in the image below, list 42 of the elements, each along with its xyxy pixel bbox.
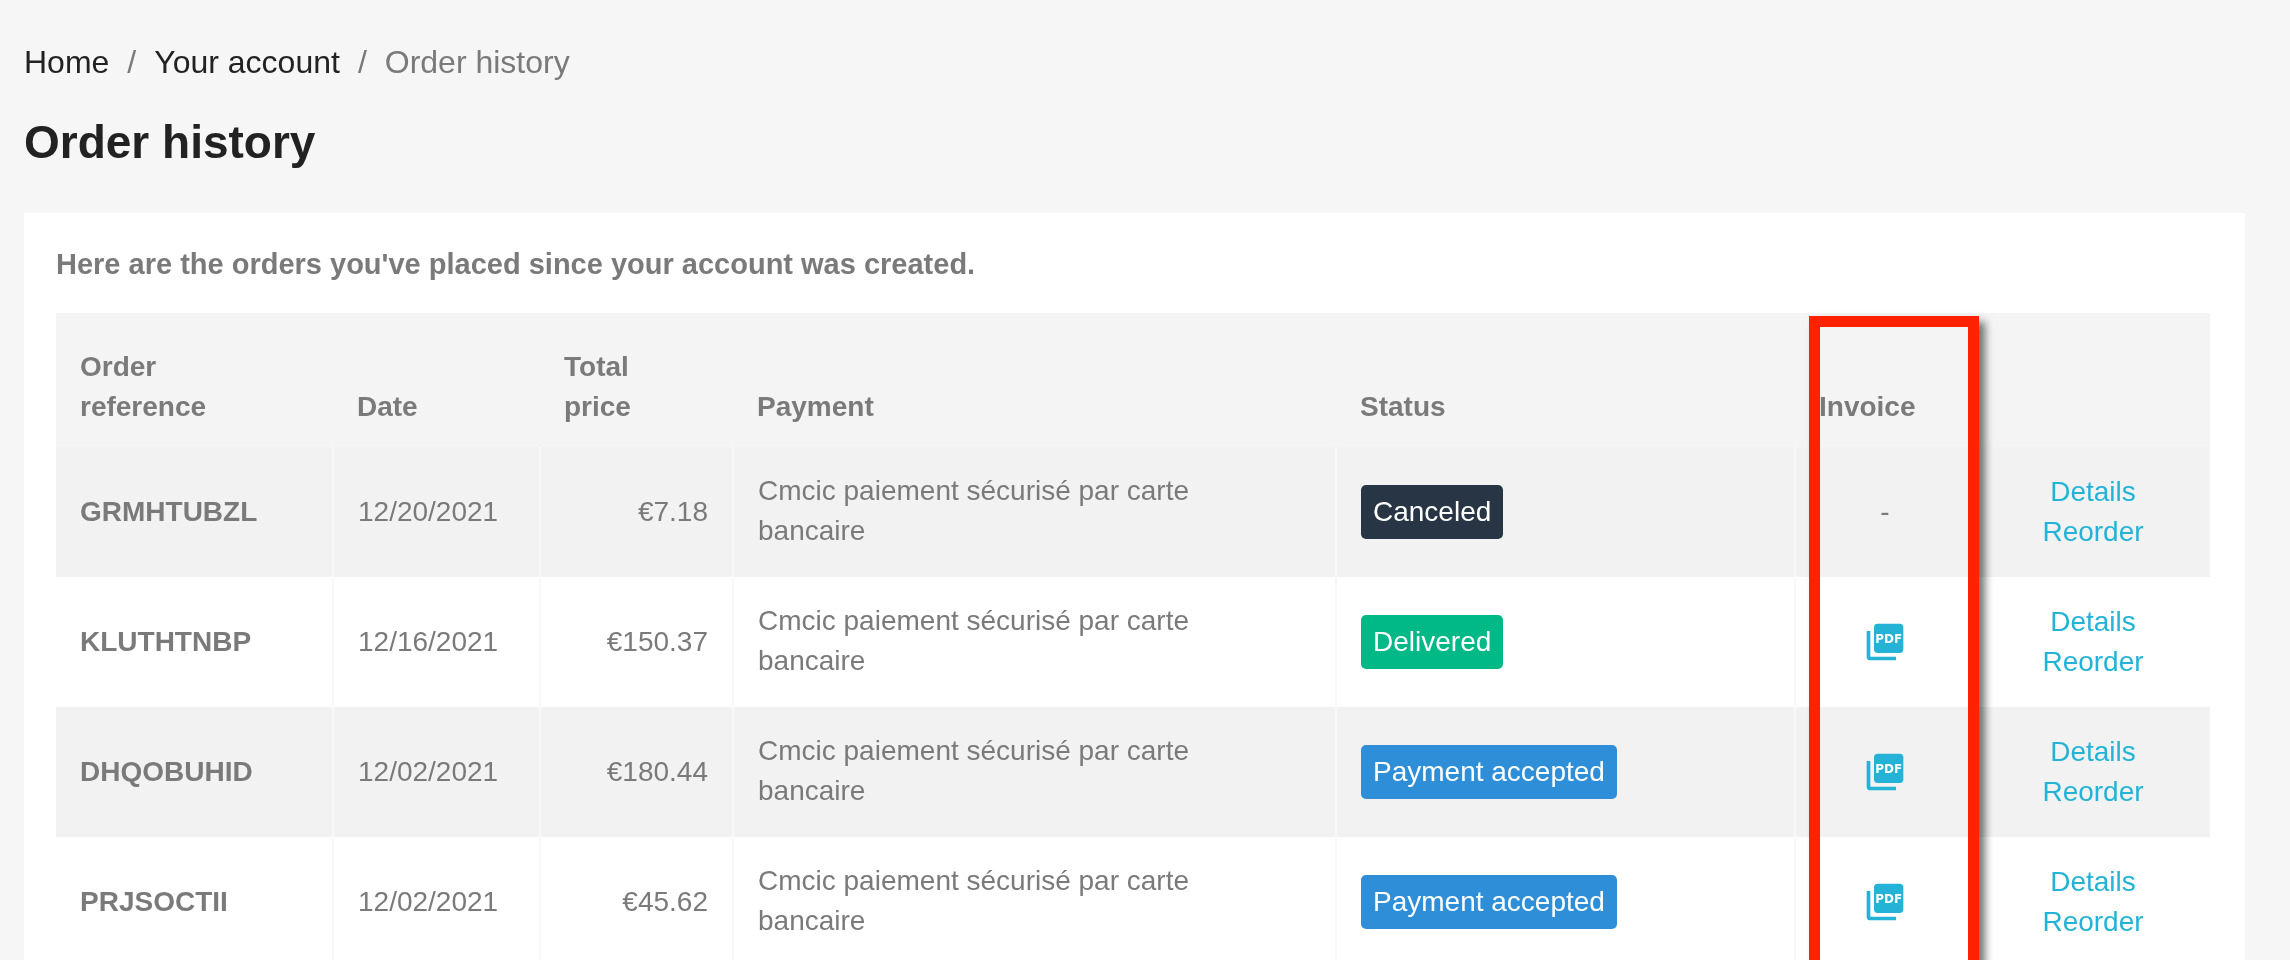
action-link[interactable]: Details <box>2050 475 2136 507</box>
breadcrumb-link[interactable]: Order history <box>384 38 570 86</box>
order-reference: PRJSOCTII <box>80 885 228 917</box>
payment-method: Cmcic paiement sécurisé par carte bancaire <box>758 864 1191 938</box>
status-badge: Payment accepted <box>1361 874 1617 929</box>
action-link[interactable]: Details <box>2050 865 2136 897</box>
column-header: Order reference <box>80 349 208 424</box>
status-badge: Canceled <box>1361 484 1504 539</box>
payment-method: Cmcic paiement sécurisé par carte bancaire <box>758 734 1191 808</box>
payment-method: Cmcic paiement sécurisé par carte bancaire <box>758 474 1191 548</box>
breadcrumb-link[interactable]: Home <box>24 38 110 86</box>
order-date: 12/20/2021 <box>358 495 499 527</box>
status-badge: Delivered <box>1361 614 1504 669</box>
column-header: Status <box>1360 390 1446 422</box>
order-date: 12/02/2021 <box>358 885 499 917</box>
action-link[interactable]: Reorder <box>2042 515 2144 547</box>
action-link[interactable]: Reorder <box>2042 645 2144 677</box>
order-reference: GRMHTUBZL <box>80 495 258 527</box>
column-header: Total price <box>564 349 632 424</box>
order-total: €180.44 <box>606 755 708 787</box>
order-date: 12/16/2021 <box>358 625 499 657</box>
action-link[interactable]: Reorder <box>2042 905 2144 937</box>
breadcrumb-separator: / <box>357 43 367 82</box>
breadcrumb-separator: / <box>127 43 137 82</box>
action-link[interactable]: Reorder <box>2042 775 2144 807</box>
breadcrumb-link[interactable]: Your account <box>154 38 340 86</box>
order-reference: DHQOBUHID <box>80 755 253 787</box>
payment-method: Cmcic paiement sécurisé par carte bancaire <box>758 604 1191 678</box>
page-title: Order history <box>23 115 317 170</box>
column-header: Date <box>357 390 418 422</box>
order-total: €7.18 <box>637 495 708 527</box>
action-link[interactable]: Details <box>2050 735 2136 767</box>
order-total: €45.62 <box>622 885 708 917</box>
no-invoice-dash: - <box>1880 495 1890 527</box>
intro-text: Here are the orders you've placed since your account was created. <box>56 247 977 282</box>
order-reference: KLUTHTNBP <box>80 625 252 657</box>
order-total: €150.37 <box>606 625 708 657</box>
action-link[interactable]: Details <box>2050 605 2136 637</box>
column-header: Payment <box>757 390 874 422</box>
order-date: 12/02/2021 <box>358 755 499 787</box>
status-badge: Payment accepted <box>1361 744 1617 799</box>
column-header: Invoice <box>1819 390 1916 422</box>
